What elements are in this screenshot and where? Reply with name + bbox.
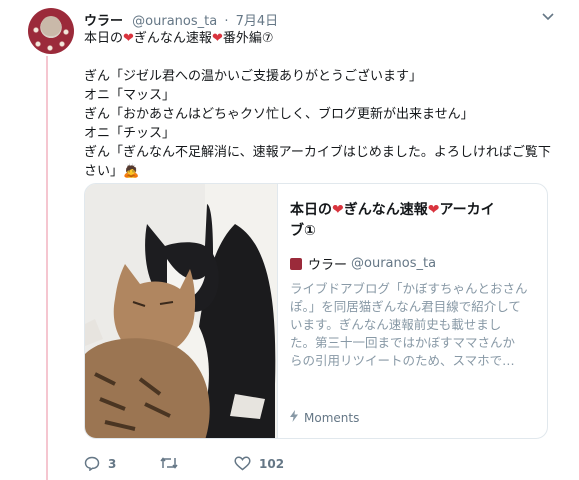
avatar[interactable] <box>28 8 74 54</box>
tweet-title-line: 本日の❤ぎんなん速報❤番外編⑦ <box>84 31 274 46</box>
bolt-icon <box>290 410 298 425</box>
card-footer-moments: Moments <box>290 410 359 425</box>
tweet-actions: 3 102 <box>84 456 384 474</box>
thread-connector-line <box>46 56 48 480</box>
heart-emoji-icon: ❤ <box>332 202 344 218</box>
heart-emoji-icon: ❤ <box>123 31 134 46</box>
card-description: ライブドアブログ「かぼすちゃんとおさん ぽ。」を同居猫ぎんなん君目線で紹介して … <box>290 281 528 368</box>
tweet-body-line: ぎん「ジゼル君への温かいご支援ありがとうございます」 <box>84 69 423 84</box>
like-button[interactable]: 102 <box>234 456 284 471</box>
chevron-down-icon[interactable] <box>542 9 554 25</box>
heart-emoji-icon: ❤ <box>427 202 440 218</box>
card-title[interactable]: 本日の❤ぎんなん速報❤アーカイ ブ① <box>290 200 540 242</box>
card-author: ウラー @ouranos_ta <box>290 254 540 273</box>
retweet-button[interactable] <box>160 456 186 470</box>
tweet-date[interactable]: 7月4日 <box>236 14 279 29</box>
bowing-emoji-icon: 🙇 <box>123 164 140 179</box>
heart-outline-icon <box>234 456 251 471</box>
retweet-icon <box>160 457 178 469</box>
separator-dot: · <box>224 14 229 29</box>
link-preview-card[interactable]: 本日の❤ぎんなん速報❤アーカイ ブ① ウラー @ouranos_ta ライブドア… <box>84 183 548 439</box>
card-author-name: ウラー <box>308 258 348 273</box>
card-thumbnail-image <box>85 184 278 438</box>
reply-count: 3 <box>108 456 117 471</box>
like-count: 102 <box>259 456 285 471</box>
reply-icon <box>84 456 100 471</box>
tweet-header: ウラー @ouranos_ta · 7月4日 <box>84 10 554 30</box>
user-handle[interactable]: @ouranos_ta <box>132 14 217 29</box>
tweet-body-line: オニ「マッス」 <box>84 88 176 103</box>
tweet-body-line-last: さい」🙇 <box>84 164 140 179</box>
display-name[interactable]: ウラー <box>84 14 123 29</box>
mini-avatar-icon <box>290 257 302 270</box>
heart-emoji-icon: ❤ <box>211 31 223 46</box>
tweet-body-line: オニ「チッス」 <box>84 126 176 141</box>
reply-button[interactable]: 3 <box>84 456 116 471</box>
tweet-body-line: ぎん「ぎんなん不足解消に、速報アーカイブはじめました。よろしければご覧下 <box>84 145 551 160</box>
moments-label: Moments <box>304 410 360 425</box>
tweet-body-line: ぎん「おかあさんはどちゃクソ忙しく、ブログ更新が出来ません」 <box>84 107 474 122</box>
card-body: 本日の❤ぎんなん速報❤アーカイ ブ① ウラー @ouranos_ta ライブドア… <box>290 200 540 370</box>
card-author-handle: @ouranos_ta <box>351 256 437 271</box>
